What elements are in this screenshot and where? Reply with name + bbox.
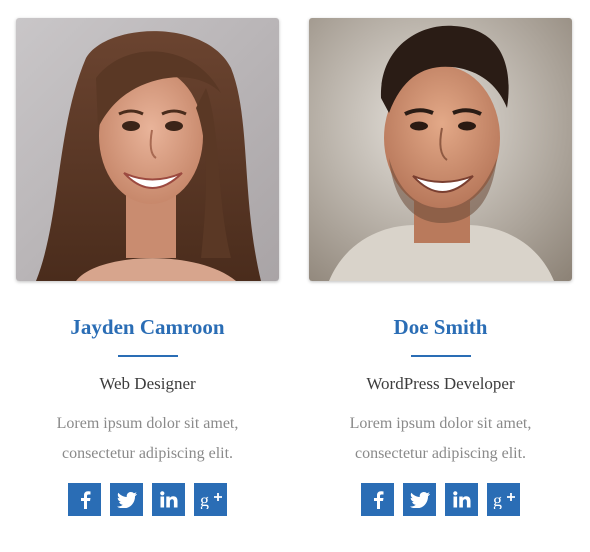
member-name: Jayden Camroon (70, 315, 225, 339)
team-section: Jayden Camroon Web Designer Lorem ipsum … (0, 0, 590, 552)
twitter-icon (409, 491, 430, 508)
member-name: Doe Smith (393, 315, 488, 339)
facebook-button[interactable] (361, 483, 394, 516)
bio-line: consectetur adipiscing elit. (354, 445, 527, 462)
twitter-button[interactable] (403, 483, 436, 516)
linkedin-icon (159, 491, 177, 508)
member-photo (16, 18, 279, 281)
member-role: WordPress Developer (366, 374, 515, 393)
member-bio: Lorem ipsum dolor sit amet, consectetur … (309, 409, 572, 469)
team-member-card: Jayden Camroon Web Designer Lorem ipsum … (16, 18, 279, 516)
twitter-button[interactable] (110, 483, 143, 516)
social-links: g (309, 483, 572, 516)
facebook-button[interactable] (68, 483, 101, 516)
man-portrait-image (309, 18, 572, 281)
google-plus-button[interactable]: g (194, 483, 227, 516)
facebook-icon (373, 490, 383, 509)
linkedin-button[interactable] (152, 483, 185, 516)
bio-line: Lorem ipsum dolor sit amet, (56, 415, 239, 432)
linkedin-button[interactable] (445, 483, 478, 516)
svg-text:g: g (200, 491, 209, 509)
name-divider (410, 355, 471, 357)
bio-line: Lorem ipsum dolor sit amet, (349, 415, 532, 432)
team-member-card: Doe Smith WordPress Developer Lorem ipsu… (309, 18, 572, 516)
name-divider (117, 355, 178, 357)
member-photo (309, 18, 572, 281)
linkedin-icon (452, 491, 470, 508)
twitter-icon (116, 491, 137, 508)
woman-portrait-image (16, 18, 279, 281)
google-plus-button[interactable]: g (487, 483, 520, 516)
social-links: g (16, 483, 279, 516)
member-role: Web Designer (99, 374, 196, 393)
member-bio: Lorem ipsum dolor sit amet, consectetur … (16, 409, 279, 469)
google-plus-icon: g (200, 491, 222, 509)
svg-text:g: g (493, 491, 502, 509)
facebook-icon (80, 490, 90, 509)
google-plus-icon: g (493, 491, 515, 509)
bio-line: consectetur adipiscing elit. (61, 445, 234, 462)
